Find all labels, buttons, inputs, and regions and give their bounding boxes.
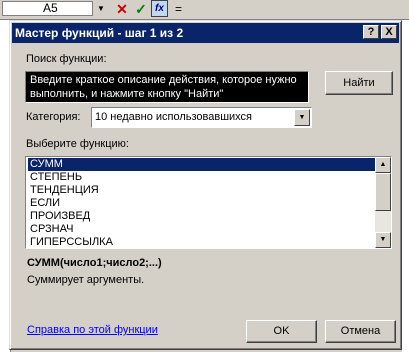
category-value: 10 недавно использовавшихся	[95, 111, 253, 123]
function-syntax: СУММ(число1;число2;...)	[27, 257, 162, 269]
help-link[interactable]: Справка по этой функции	[27, 324, 158, 336]
insert-function-button[interactable]: fx	[151, 0, 168, 17]
scroll-thumb[interactable]	[375, 173, 391, 211]
name-box-dropdown-icon[interactable]: ▼	[96, 2, 106, 16]
dialog-title: Мастер функций - шаг 1 из 2	[15, 26, 184, 40]
function-description: Суммирует аргументы.	[27, 274, 145, 286]
list-item[interactable]: СУММ	[28, 158, 375, 171]
list-item[interactable]: ЕСЛИ	[28, 197, 375, 210]
find-button[interactable]: Найти	[325, 71, 393, 95]
cell-reference: A5	[43, 1, 58, 15]
enter-formula-icon[interactable]: ✓	[133, 1, 149, 17]
ok-button[interactable]: OK	[246, 320, 317, 343]
list-item[interactable]: ГИПЕРССЫЛКА	[28, 236, 375, 248]
chevron-down-icon[interactable]: ▼	[294, 109, 310, 126]
help-icon[interactable]: ?	[363, 25, 379, 39]
insert-function-dialog: Мастер функций - шаг 1 из 2 ? X Поиск фу…	[9, 20, 402, 350]
close-icon[interactable]: X	[381, 25, 397, 39]
function-list[interactable]: СУММ СТЕПЕНЬ ТЕНДЕНЦИЯ ЕСЛИ ПРОИЗВЕД СРЗ…	[25, 156, 392, 249]
list-item[interactable]: ПРОИЗВЕД	[28, 210, 375, 223]
scroll-up-icon[interactable]: ▲	[375, 157, 391, 173]
list-scrollbar[interactable]: ▲ ▼	[375, 157, 391, 248]
category-select[interactable]: 10 недавно использовавшихся ▼	[91, 107, 312, 128]
worksheet-right-edge	[402, 20, 409, 352]
scroll-down-icon[interactable]: ▼	[375, 232, 391, 248]
cancel-formula-icon[interactable]: ✕	[114, 1, 130, 17]
category-label: Категория:	[26, 111, 81, 123]
list-item[interactable]: ТЕНДЕНЦИЯ	[28, 184, 375, 197]
search-input[interactable]: Введите краткое описание действия, котор…	[25, 71, 309, 103]
formula-bar: A5 ▼ ✕ ✓ fx =	[0, 0, 409, 20]
search-label: Поиск функции:	[26, 53, 107, 65]
list-item[interactable]: СТЕПЕНЬ	[28, 171, 375, 184]
name-box[interactable]: A5	[2, 1, 93, 16]
function-list-label: Выберите функцию:	[26, 138, 129, 150]
cancel-button[interactable]: Отмена	[325, 320, 396, 343]
list-item[interactable]: СРЗНАЧ	[28, 223, 375, 236]
formula-input[interactable]: =	[175, 1, 182, 17]
dialog-titlebar[interactable]: Мастер функций - шаг 1 из 2 ? X	[12, 23, 399, 43]
